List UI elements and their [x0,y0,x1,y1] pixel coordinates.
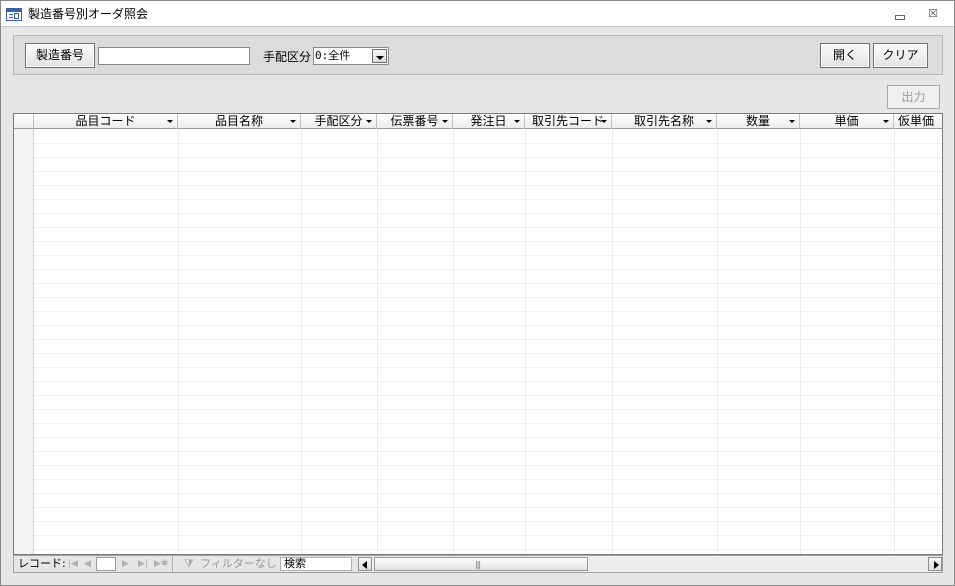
grid-header: 品目コード 品目名称 手配区分 伝票番号 発注日 取引先コード 取引先名称 数量… [14,114,942,129]
row-gridline [34,213,942,214]
row-gridline [34,423,942,424]
scroll-left-icon[interactable] [358,557,372,571]
column-gridline [377,129,378,554]
form-window: 製造番号別オーダ照会 ☒ 製造番号 手配区分 0:全件 開く クリア 出力 品目… [0,0,955,586]
dropdown-arrow-icon[interactable] [167,120,173,123]
dropdown-arrow-icon[interactable] [290,120,296,123]
row-gridline [34,549,942,550]
row-gridline [34,409,942,410]
row-gridline [34,269,942,270]
column-gridline [453,129,454,554]
column-gridline [894,129,895,554]
row-gridline [34,283,942,284]
row-gridline [34,157,942,158]
minimize-icon[interactable] [891,7,907,21]
column-gridline [717,129,718,554]
row-gridline [34,437,942,438]
select-all-corner[interactable] [14,114,34,129]
row-gridline [34,353,942,354]
row-gridline [34,199,942,200]
column-gridline [178,129,179,554]
first-record-icon[interactable]: |◀ [68,560,78,569]
row-gridline [34,297,942,298]
row-gridline [34,311,942,312]
record-navigation-bar: レコード: |◀ ◀ ▶ ▶| ▶✱ ⧩ フィルターなし 検索 [13,555,943,573]
title-bar: 製造番号別オーダ照会 ☒ [1,1,954,27]
dropdown-arrow-icon[interactable] [706,120,712,123]
search-panel: 製造番号 手配区分 0:全件 開く クリア [13,35,943,75]
output-button[interactable]: 出力 [887,85,940,109]
next-record-icon[interactable]: ▶ [122,560,129,569]
record-position-input[interactable] [96,557,116,571]
column-header-torihikisaki-name[interactable]: 取引先名称 [612,114,717,129]
row-gridline [34,325,942,326]
new-record-icon[interactable]: ▶✱ [154,560,168,569]
record-selector-column[interactable] [14,129,34,554]
column-gridline [301,129,302,554]
column-header-hacchu-date[interactable]: 発注日 [453,114,525,129]
column-gridline [612,129,613,554]
row-gridline [34,493,942,494]
dropdown-arrow-icon[interactable] [601,120,607,123]
column-gridline [800,129,801,554]
column-header-hinmoku-code[interactable]: 品目コード [34,114,178,129]
filter-status[interactable]: フィルターなし [200,557,277,571]
dropdown-arrow-icon[interactable] [789,120,795,123]
column-header-denpyo-number[interactable]: 伝票番号 [377,114,453,129]
row-gridline [34,479,942,480]
row-gridline [34,381,942,382]
scrollbar-thumb[interactable] [374,557,588,571]
row-gridline [34,535,942,536]
row-gridline [34,451,942,452]
last-record-icon[interactable]: ▶| [138,560,148,569]
row-gridline [34,241,942,242]
column-header-tanka[interactable]: 単価 [800,114,894,129]
dropdown-arrow-icon[interactable] [514,120,520,123]
column-header-hinmoku-name[interactable]: 品目名称 [178,114,301,129]
column-header-tehai-kubun[interactable]: 手配区分 [301,114,377,129]
filter-off-icon: ⧩ [184,557,194,570]
tehai-select[interactable]: 0:全件 [313,47,389,65]
search-input[interactable]: 検索 [280,557,352,571]
row-gridline [34,171,942,172]
dropdown-arrow-icon[interactable] [442,120,448,123]
row-gridline [34,143,942,144]
horizontal-scrollbar[interactable] [358,556,942,572]
row-gridline [34,465,942,466]
row-gridline [34,185,942,186]
column-header-suryo[interactable]: 数量 [717,114,800,129]
open-button[interactable]: 開く [820,43,870,68]
tehai-select-value: 0:全件 [315,49,351,62]
scroll-right-icon[interactable] [928,557,942,571]
row-gridline [34,227,942,228]
row-gridline [34,339,942,340]
record-label: レコード: [18,557,66,570]
divider [172,556,173,572]
close-icon[interactable]: ☒ [925,7,941,21]
row-gridline [34,521,942,522]
previous-record-icon[interactable]: ◀ [84,560,91,569]
window-title: 製造番号別オーダ照会 [28,7,149,21]
clear-button[interactable]: クリア [873,43,928,68]
form-icon [6,8,22,21]
tehai-label: 手配区分 [263,50,312,64]
row-gridline [34,395,942,396]
datasheet-grid[interactable]: 品目コード 品目名称 手配区分 伝票番号 発注日 取引先コード 取引先名称 数量… [13,113,943,555]
column-header-torihikisaki-code[interactable]: 取引先コード [525,114,612,129]
row-gridline [34,367,942,368]
dropdown-arrow-icon[interactable] [366,120,372,123]
seizo-number-button[interactable]: 製造番号 [25,43,95,68]
seizo-number-input[interactable] [98,47,250,65]
row-gridline [34,507,942,508]
column-header-kari-tanka[interactable]: 仮単価 [894,114,942,129]
column-gridline [525,129,526,554]
dropdown-arrow-icon[interactable] [883,120,889,123]
row-gridline [34,255,942,256]
chevron-down-icon[interactable] [372,49,387,63]
